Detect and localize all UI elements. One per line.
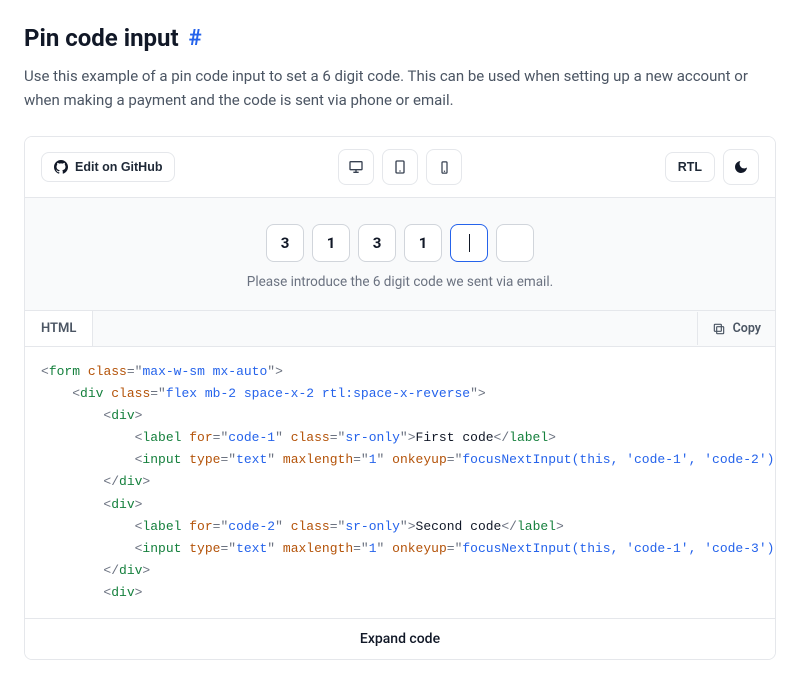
copy-label: Copy xyxy=(733,321,761,336)
text-caret xyxy=(469,234,470,252)
tablet-icon xyxy=(392,159,408,175)
mobile-icon xyxy=(437,160,452,175)
edit-github-button[interactable]: Edit on GitHub xyxy=(41,152,175,182)
example-toolbar: Edit on GitHub RTL xyxy=(25,137,775,198)
anchor-link[interactable]: # xyxy=(189,26,202,51)
pin-input-6[interactable] xyxy=(496,224,534,262)
rtl-toggle-button[interactable]: RTL xyxy=(665,152,715,182)
tablet-preview-button[interactable] xyxy=(382,149,418,185)
pin-input-row: 3 1 3 1 xyxy=(266,224,534,262)
section-heading: Pin code input # xyxy=(24,24,776,52)
pin-input-2[interactable]: 1 xyxy=(312,224,350,262)
pin-input-3[interactable]: 3 xyxy=(358,224,396,262)
copy-button[interactable]: Copy xyxy=(697,312,775,345)
pin-input-1[interactable]: 3 xyxy=(266,224,304,262)
example-card: Edit on GitHub RTL 3 1 3 1 Please introd… xyxy=(24,136,776,660)
clipboard-icon xyxy=(712,322,726,336)
pin-input-5[interactable] xyxy=(450,224,488,262)
section-description: Use this example of a pin code input to … xyxy=(24,64,776,112)
expand-code-button[interactable]: Expand code xyxy=(25,618,775,659)
component-preview: 3 1 3 1 Please introduce the 6 digit cod… xyxy=(25,198,775,310)
tab-html[interactable]: HTML xyxy=(25,311,93,346)
device-preview-group xyxy=(338,149,462,185)
desktop-preview-button[interactable] xyxy=(338,149,374,185)
pin-helper-text: Please introduce the 6 digit code we sen… xyxy=(41,274,759,290)
section-title: Pin code input xyxy=(24,24,179,52)
github-icon xyxy=(54,160,68,174)
code-tabs-bar: HTML Copy xyxy=(25,310,775,347)
code-block: <form class="max-w-sm mx-auto"> <div cla… xyxy=(25,347,775,618)
moon-icon xyxy=(733,159,749,175)
pin-input-4[interactable]: 1 xyxy=(404,224,442,262)
mobile-preview-button[interactable] xyxy=(426,149,462,185)
desktop-icon xyxy=(348,159,364,175)
dark-mode-toggle-button[interactable] xyxy=(723,149,759,185)
edit-github-label: Edit on GitHub xyxy=(75,160,162,174)
